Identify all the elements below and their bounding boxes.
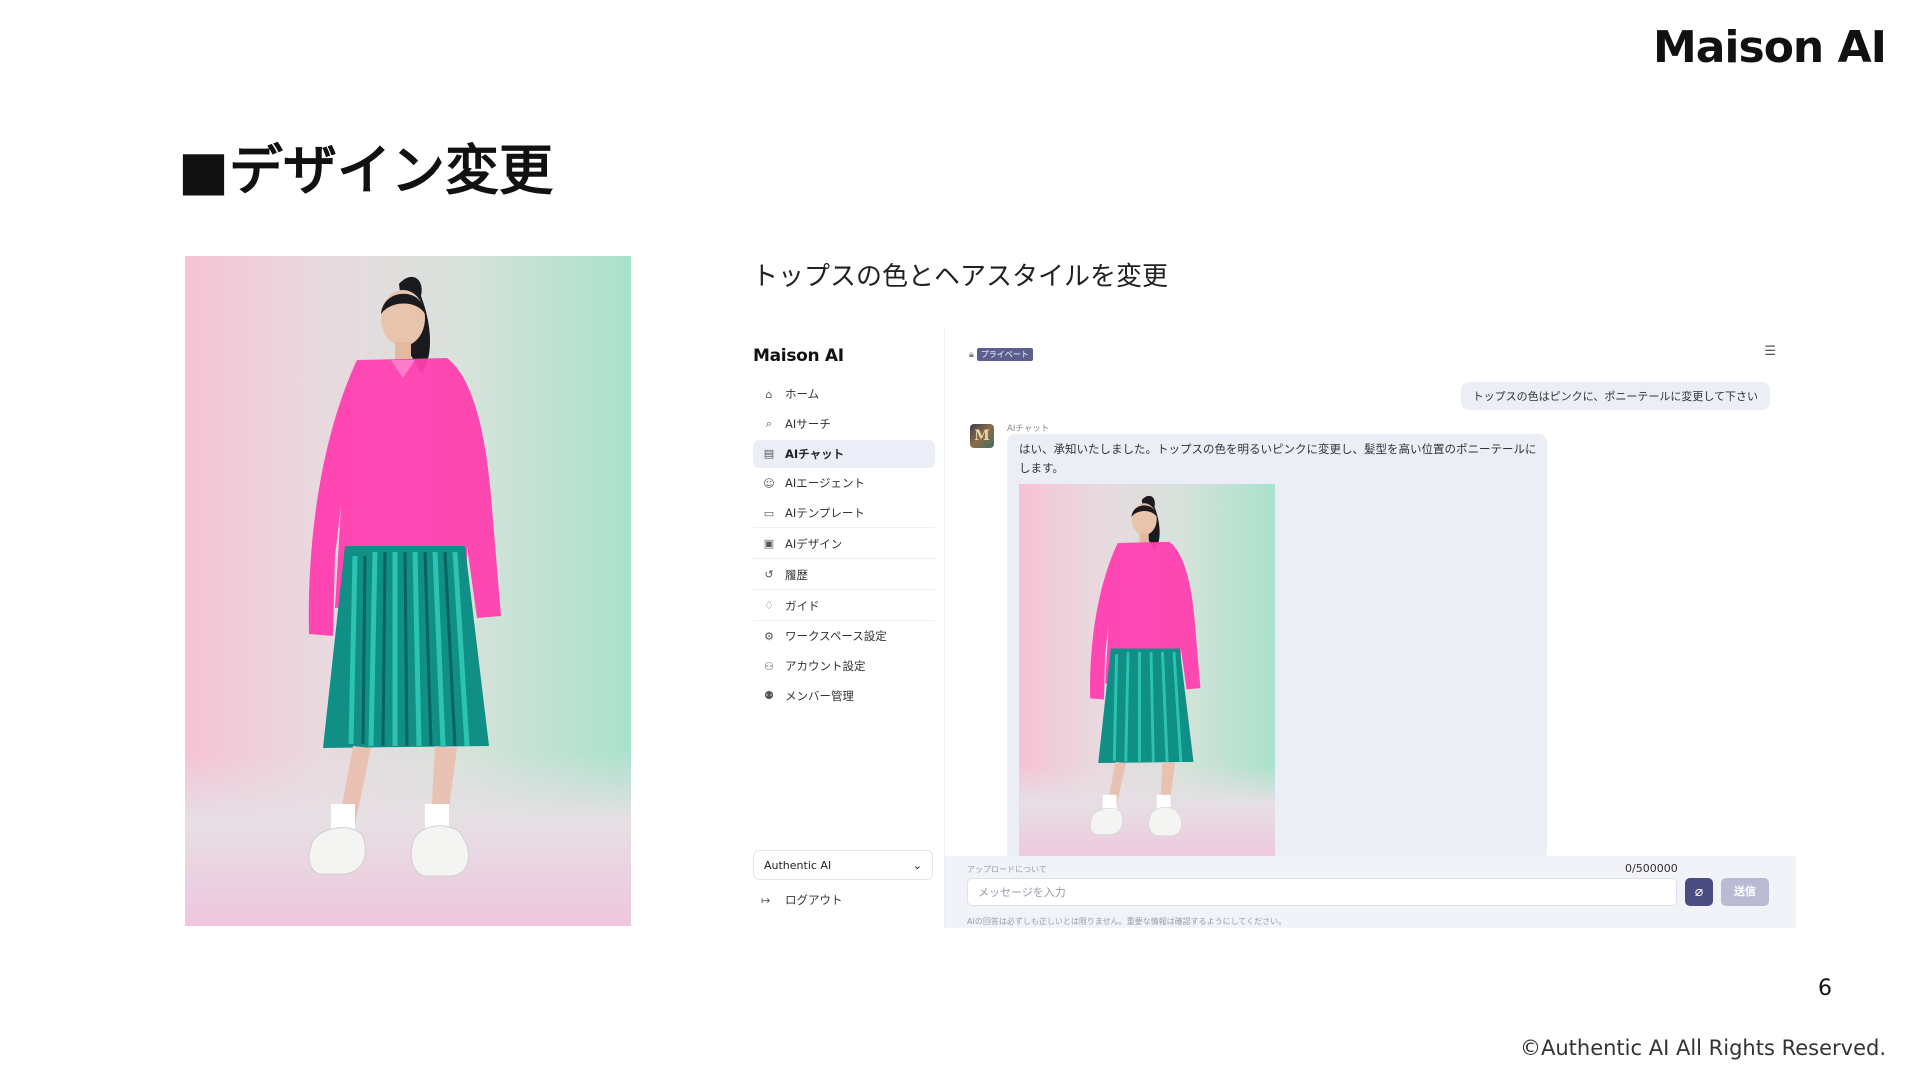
chat-area: トップスの色はピンクに、ポニーテールに変更して下さい M AIチャット はい、承…	[945, 372, 1796, 864]
app-screenshot: Maison AI ⌂ ホーム ⌕ AIサーチ ▤ AIチャット ☺ AIエージェント …	[748, 328, 1796, 928]
sidebar-item-label: アカウント設定	[785, 659, 866, 674]
chat-topbar: 🔒︎ プライベート ☰	[945, 328, 1796, 373]
logout-button[interactable]: ↦ ログアウト	[761, 892, 843, 908]
sidebar-item-ai-chat[interactable]: ▤ AIチャット	[753, 439, 935, 468]
sidebar: Maison AI ⌂ ホーム ⌕ AIサーチ ▤ AIチャット ☺ AIエージェント …	[748, 328, 945, 928]
sidebar-nav: ⌂ ホーム ⌕ AIサーチ ▤ AIチャット ☺ AIエージェント ▭ AIテンプレート …	[753, 380, 935, 712]
logout-icon: ↦	[761, 893, 771, 907]
page-number: 6	[1818, 976, 1832, 1001]
paperclip-icon: ⌀	[1694, 884, 1704, 900]
sidebar-item-ai-design[interactable]: ▣ AIデザイン	[753, 530, 935, 559]
workspace-selected-value: Authentic AI	[764, 858, 832, 872]
logout-label: ログアウト	[785, 893, 843, 907]
sidebar-item-label: メンバー管理	[785, 688, 854, 703]
attach-button[interactable]: ⌀	[1685, 878, 1713, 906]
lock-icon: 🔒︎	[969, 349, 974, 360]
slide-subtitle: トップスの色とヘアスタイルを変更	[752, 262, 1169, 292]
sidebar-item-label: ワークスペース設定	[785, 629, 887, 644]
generated-image[interactable]	[1019, 484, 1275, 864]
sidebar-item-account-settings[interactable]: ⚇ アカウント設定	[753, 652, 935, 680]
ai-sender-name: AIチャット	[1007, 424, 1050, 434]
search-icon: ⌕	[765, 416, 773, 430]
chat-settings-button[interactable]: ☰	[1764, 344, 1776, 359]
folder-icon: ▭	[763, 506, 775, 520]
user-message: トップスの色はピンクに、ポニーテールに変更して下さい	[1460, 382, 1770, 410]
chevron-down-icon: ⌄	[912, 858, 922, 872]
history-icon: ↺	[764, 568, 774, 582]
user-settings-icon: ⚇	[764, 659, 774, 673]
sidebar-item-ai-template[interactable]: ▭ AIテンプレート	[753, 499, 935, 529]
private-badge: 🔒︎ プライベート	[969, 348, 1033, 361]
agent-icon: ☺	[763, 476, 775, 490]
guide-icon: ♢	[764, 599, 774, 613]
workspace-select[interactable]: Authentic AI ⌄	[753, 850, 933, 880]
sidebar-item-ai-agent[interactable]: ☺ AIエージェント	[753, 469, 935, 497]
sidebar-item-label: AIデザイン	[785, 536, 843, 551]
composer: アップロードについて 0/500000 ⌀ 送信 AIの回答は必ずしも正しいとは…	[945, 856, 1796, 928]
fashion-photo	[185, 256, 631, 926]
sidebar-item-ai-search[interactable]: ⌕ AIサーチ	[753, 410, 935, 438]
ai-message: はい、承知いたしました。トップスの色を明るいピンクに変更し、髪型を高い位置のポニ…	[1007, 434, 1547, 864]
sidebar-item-workspace-settings[interactable]: ⚙ ワークスペース設定	[753, 622, 935, 650]
sidebar-item-label: ホーム	[785, 387, 820, 401]
sidebar-item-label: 履歴	[785, 567, 808, 582]
message-input[interactable]	[967, 878, 1677, 906]
ai-message-text: はい、承知いたしました。トップスの色を明るいピンクに変更し、髪型を高い位置のポニ…	[1019, 442, 1537, 475]
chat-icon: ▤	[763, 447, 775, 461]
sidebar-item-label: AIサーチ	[785, 416, 831, 431]
upload-note[interactable]: アップロードについて	[967, 864, 1047, 875]
sidebar-item-member-management[interactable]: ⚉ メンバー管理	[753, 682, 935, 710]
sidebar-item-guide[interactable]: ♢ ガイド	[753, 592, 935, 621]
copyright: ©Authentic AI All Rights Reserved.	[1519, 1036, 1886, 1060]
home-icon: ⌂	[765, 387, 773, 401]
main-panel: 🔒︎ プライベート ☰ トップスの色はピンクに、ポニーテールに変更して下さい M…	[945, 328, 1796, 928]
model-figure	[1089, 495, 1201, 836]
slide-title: ■デザイン変更	[178, 139, 554, 202]
sidebar-item-label: AIテンプレート	[785, 506, 865, 521]
ai-disclaimer: AIの回答は必ずしも正しいとは限りません。重要な情報は確認するようにしてください…	[967, 917, 1287, 926]
image-icon: ▣	[763, 537, 775, 551]
char-count: 0/500000	[1625, 862, 1678, 875]
sidebar-item-label: AIエージェント	[785, 476, 866, 491]
private-badge-label: プライベート	[976, 348, 1033, 361]
ai-avatar: M	[970, 424, 994, 448]
sidebar-item-history[interactable]: ↺ 履歴	[753, 561, 935, 590]
sidebar-item-label: ガイド	[785, 598, 820, 613]
brand-logo: Maison AI	[1652, 22, 1887, 73]
model-figure	[308, 276, 501, 877]
sidebar-item-label: AIチャット	[785, 446, 845, 461]
send-button[interactable]: 送信	[1721, 878, 1769, 906]
members-icon: ⚉	[764, 689, 774, 703]
sliders-icon: ☰	[1764, 344, 1776, 359]
sidebar-logo: Maison AI	[753, 346, 844, 366]
gear-icon: ⚙	[764, 629, 774, 643]
sidebar-item-home[interactable]: ⌂ ホーム	[753, 380, 935, 408]
